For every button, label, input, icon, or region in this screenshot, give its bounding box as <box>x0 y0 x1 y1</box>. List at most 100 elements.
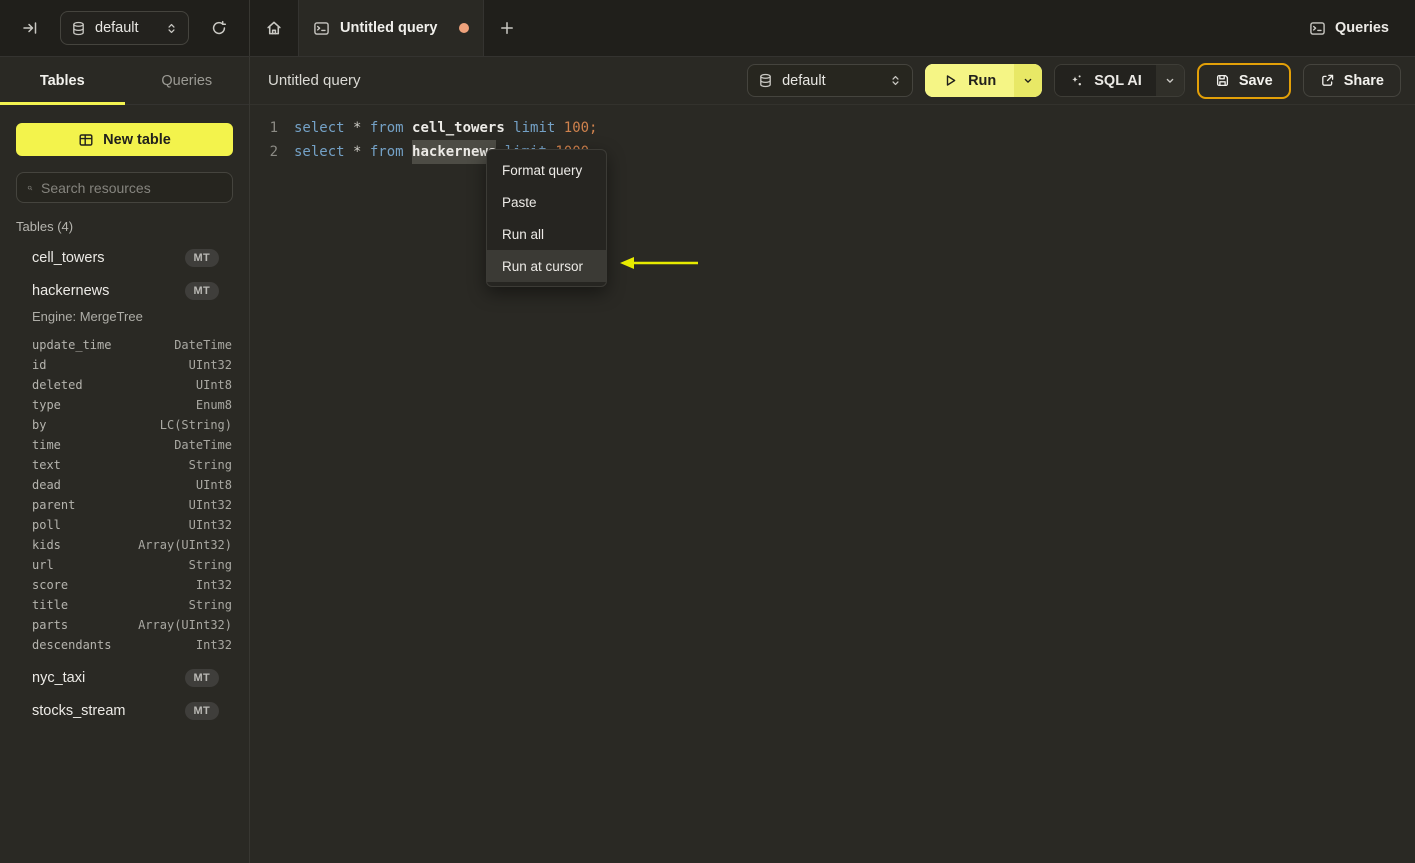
column-row[interactable]: kids Array(UInt32) <box>0 535 249 555</box>
table-name: stocks_stream <box>32 702 126 719</box>
search-box <box>16 172 233 203</box>
refresh-icon <box>212 20 227 35</box>
code-line-1: 1 select * from cell_towers limit 100; <box>264 116 1415 140</box>
column-type: Array(UInt32) <box>138 538 232 552</box>
column-row[interactable]: url String <box>0 555 249 575</box>
toolbar-database-value: default <box>782 72 826 89</box>
sidebar-tab-queries[interactable]: Queries <box>125 57 250 104</box>
column-type: UInt32 <box>188 358 232 372</box>
column-type: UInt32 <box>188 498 232 512</box>
table-row-stocks-stream[interactable]: stocks_stream MT <box>0 694 249 727</box>
column-row[interactable]: type Enum8 <box>0 395 249 415</box>
column-type: String <box>188 558 232 572</box>
code-line-2: 2select * from hackernews limit 1000 <box>264 140 1415 164</box>
queries-link[interactable]: Queries <box>1283 0 1415 56</box>
database-icon <box>73 21 84 35</box>
collapse-sidebar-button[interactable] <box>14 12 46 44</box>
column-row[interactable]: update_time DateTime <box>0 335 249 355</box>
column-name: parent <box>32 498 76 512</box>
column-name: parts <box>32 618 69 632</box>
column-type: UInt8 <box>195 378 232 392</box>
column-type: Int32 <box>195 638 232 652</box>
column-row[interactable]: text String <box>0 455 249 475</box>
updown-chevron-icon <box>168 23 175 33</box>
column-type: DateTime <box>174 438 232 452</box>
selected-table-token: hackernews <box>412 140 497 164</box>
content: Tables Queries New table Tables (4) cell… <box>0 57 1415 863</box>
column-row[interactable]: id UInt32 <box>0 355 249 375</box>
sql-ai-button[interactable]: SQL AI <box>1054 64 1185 97</box>
run-button-main[interactable]: Run <box>925 64 1015 97</box>
play-icon <box>946 75 956 86</box>
column-name: deleted <box>32 378 83 392</box>
database-selector[interactable]: default <box>60 11 189 45</box>
column-row[interactable]: by LC(String) <box>0 415 249 435</box>
column-type: Array(UInt32) <box>138 618 232 632</box>
sql-ai-caret[interactable] <box>1155 65 1184 96</box>
keyword-select: select <box>294 120 354 136</box>
column-type: Enum8 <box>195 398 232 412</box>
column-name: poll <box>32 518 61 532</box>
column-row[interactable]: title String <box>0 595 249 615</box>
menu-item-run-at-cursor[interactable]: Run at cursor <box>487 250 606 282</box>
column-row[interactable]: parts Array(UInt32) <box>0 615 249 635</box>
column-name: time <box>32 438 61 452</box>
sparkles-icon <box>1072 74 1082 85</box>
new-table-button[interactable]: New table <box>16 123 233 156</box>
table-row-nyc-taxi[interactable]: nyc_taxi MT <box>0 661 249 694</box>
sidebar: Tables Queries New table Tables (4) cell… <box>0 57 250 863</box>
tab-untitled-query[interactable]: Untitled query <box>298 0 484 56</box>
refresh-button[interactable] <box>203 12 235 44</box>
unsaved-changes-dot <box>459 23 469 33</box>
chevron-down-icon <box>1024 78 1032 83</box>
sql-editor[interactable]: 1 select * from cell_towers limit 100; 2s… <box>250 105 1415 863</box>
run-button[interactable]: Run <box>925 64 1043 97</box>
table-row-cell-towers[interactable]: cell_towers MT <box>0 241 249 274</box>
menu-item-format-query[interactable]: Format query <box>487 154 606 186</box>
menu-item-run-all[interactable]: Run all <box>487 218 606 250</box>
run-options-caret[interactable] <box>1014 64 1043 97</box>
terminal-icon <box>314 21 329 35</box>
menu-item-paste[interactable]: Paste <box>487 186 606 218</box>
table-grid-icon <box>79 133 93 146</box>
column-row[interactable]: dead UInt8 <box>0 475 249 495</box>
column-list: update_time DateTime id UInt32 deleted UInt… <box>0 331 249 661</box>
engine-badge: MT <box>184 668 219 687</box>
home-button[interactable] <box>250 0 298 56</box>
share-button[interactable]: Share <box>1302 64 1401 97</box>
engine-badge: MT <box>184 281 219 300</box>
table-name: nyc_taxi <box>32 669 86 686</box>
chevron-down-icon <box>1166 78 1174 83</box>
number-token: 100; <box>563 120 598 136</box>
column-row[interactable]: deleted UInt8 <box>0 375 249 395</box>
new-tab-button[interactable] <box>484 0 530 56</box>
keyword-select: select <box>294 144 354 160</box>
column-name: url <box>32 558 54 572</box>
search-input[interactable] <box>41 179 222 196</box>
column-name: dead <box>32 478 61 492</box>
keyword-from: from <box>369 120 413 136</box>
editor-context-menu: Format query Paste Run all Run at cursor <box>486 149 607 287</box>
column-type: String <box>188 458 232 472</box>
star-token: * <box>353 144 370 160</box>
sql-ai-main[interactable]: SQL AI <box>1055 65 1156 96</box>
home-icon <box>267 21 281 35</box>
column-name: id <box>32 358 47 372</box>
table-token: cell_towers <box>412 120 505 136</box>
sidebar-tab-tables[interactable]: Tables <box>0 57 125 105</box>
engine-badge: MT <box>184 248 219 267</box>
toolbar-database-selector[interactable]: default <box>747 64 914 97</box>
column-row[interactable]: parent UInt32 <box>0 495 249 515</box>
column-type: Int32 <box>195 578 232 592</box>
plus-icon <box>501 22 513 34</box>
column-row[interactable]: poll UInt32 <box>0 515 249 535</box>
save-button[interactable]: Save <box>1196 62 1291 99</box>
database-icon <box>760 73 771 88</box>
column-row[interactable]: time DateTime <box>0 435 249 455</box>
column-type: String <box>188 598 232 612</box>
run-label: Run <box>968 72 997 89</box>
column-row[interactable]: score Int32 <box>0 575 249 595</box>
column-row[interactable]: descendants Int32 <box>0 635 249 655</box>
table-row-hackernews[interactable]: hackernews MT <box>0 274 249 307</box>
terminal-icon <box>1310 21 1325 35</box>
